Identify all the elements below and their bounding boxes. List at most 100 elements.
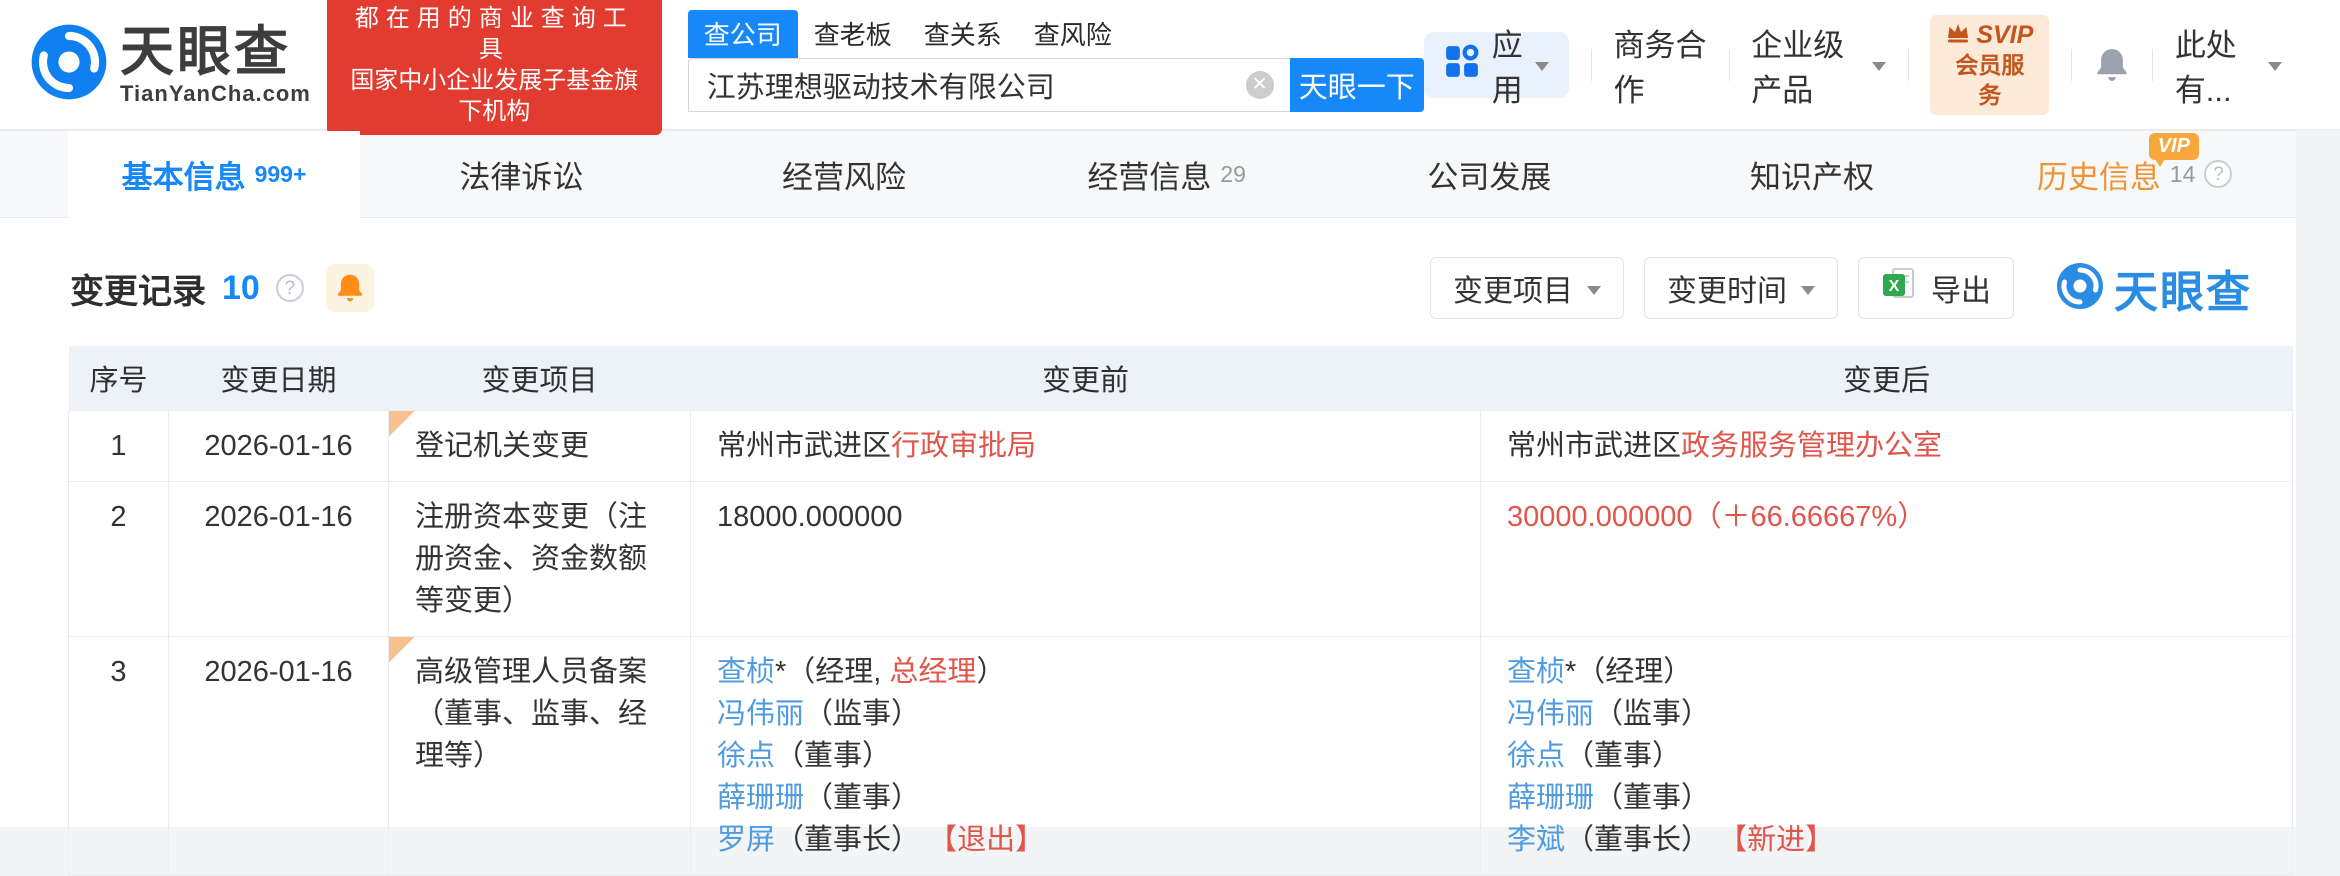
svip-sublabel: 会员服务 <box>1955 51 2025 108</box>
filter-item-label: 变更项目 <box>1453 275 1573 308</box>
value-line: 常州市武进区行政审批局 <box>717 425 1454 467</box>
value-line: 徐点（董事） <box>1507 735 2266 777</box>
text-segment: （董事） <box>1565 739 1682 772</box>
search-tab-risk[interactable]: 查风险 <box>1018 10 1128 58</box>
cell-before: 查桢*（经理, 总经理） 冯伟丽（监事） 徐点（董事） 薛珊珊（董事） 罗屏（董事长） … <box>690 635 1481 876</box>
value-line: 冯伟丽（监事） <box>1507 693 2266 735</box>
section-count: 10 <box>222 268 260 307</box>
enterprise-label: 企业级产品 <box>1751 27 1845 108</box>
nav-item-enterprise[interactable]: 企业级产品 <box>1751 20 1886 110</box>
page-tab-0[interactable]: 基本信息 999+ <box>68 131 360 218</box>
page-tab-3[interactable]: 经营信息 29 <box>1005 131 1328 217</box>
main-content: 变更记录 10 ? 变更项目 变更时间 X 导出 天眼查 序号 变更日期 变更项… <box>0 218 2296 876</box>
person-link[interactable]: 薛珊珊 <box>1507 782 1594 814</box>
cell-after: 查桢*（经理） 冯伟丽（监事） 徐点（董事） 薛珊珊（董事） 李斌（董事长） 【新进】 <box>1480 635 2293 876</box>
table-row: 3 2026-01-16 高级管理人员备案（董事、监事、经理等） 查桢*（经理, 总经… <box>68 635 2293 876</box>
search-area: 查公司 查老板 查关系 查风险 ✕ 天眼一下 <box>687 10 1424 112</box>
value-line: 查桢*（经理, 总经理） <box>717 651 1454 693</box>
value-line: 薛珊珊（董事） <box>717 777 1454 819</box>
value-line: 李斌（董事长） 【新进】 <box>1507 819 2266 861</box>
person-link[interactable]: 罗屏 <box>717 824 775 856</box>
watermark-text: 天眼查 <box>2114 268 2252 317</box>
cell-change-item: 注册资本变更（注册资金、资金数额等变更） <box>388 480 691 637</box>
filter-change-item-button[interactable]: 变更项目 <box>1430 257 1624 319</box>
export-label: 导出 <box>1931 275 1991 308</box>
tianyancha-eye-icon <box>30 23 108 106</box>
apps-button[interactable]: 应用 <box>1423 28 1569 108</box>
section-header: 变更记录 10 ? 变更项目 变更时间 X 导出 天眼查 <box>0 218 2296 320</box>
tab-label: 公司发展 <box>1427 159 1552 195</box>
change-item-text: 注册资本变更（注册资金、资金数额等变更） <box>415 500 648 617</box>
user-menu[interactable]: 此处有... <box>2175 20 2282 110</box>
subscribe-bell-button[interactable] <box>325 264 374 312</box>
divider <box>2071 48 2073 81</box>
change-item-text: 高级管理人员备案（董事、监事、经理等） <box>415 655 648 772</box>
cell-change-item: 登记机关变更 <box>388 409 691 482</box>
corner-marker-icon <box>389 636 415 663</box>
change-item-text: 登记机关变更 <box>415 429 590 462</box>
value-line: 薛珊珊（董事） <box>1507 777 2266 819</box>
slogan-line1: 都在用的商业查询工具 <box>354 4 634 63</box>
page-tab-1[interactable]: 法律诉讼 <box>360 131 683 217</box>
apps-label: 应用 <box>1491 27 1523 108</box>
person-link[interactable]: 冯伟丽 <box>1507 698 1594 730</box>
value-line: 18000.000000 <box>717 496 1454 538</box>
text-segment: （董事） <box>1594 781 1711 814</box>
filter-change-time-button[interactable]: 变更时间 <box>1644 257 1838 319</box>
svip-button[interactable]: SVIP 会员服务 <box>1930 14 2050 115</box>
text-segment: （董事长） <box>1565 823 1719 856</box>
chevron-down-icon <box>1801 285 1815 295</box>
tab-label: 经营风险 <box>782 159 906 195</box>
header-nav: 应用 商务合作 企业级产品 SVIP 会员服务 此处有... <box>1423 14 2340 115</box>
person-link[interactable]: 查桢 <box>717 656 775 688</box>
divider <box>2152 48 2153 81</box>
page-tab-4[interactable]: 公司发展 <box>1328 131 1651 217</box>
excel-icon: X <box>1881 266 1917 310</box>
top-header: 天眼查 TianYanCha.com 都在用的商业查询工具 国家中小企业发展子基… <box>0 0 2340 135</box>
divider <box>1907 48 1909 81</box>
text-segment: （监事） <box>804 697 921 730</box>
chevron-down-icon <box>1871 62 1886 71</box>
search-tab-company[interactable]: 查公司 <box>687 10 798 58</box>
text-segment: ） <box>976 655 1006 688</box>
clear-icon[interactable]: ✕ <box>1245 71 1274 99</box>
value-line: 常州市武进区政务服务管理办公室 <box>1507 425 2266 467</box>
text-segment: *（经理, <box>775 655 890 688</box>
text-segment: 【新进】 <box>1718 823 1835 856</box>
search-tab-boss[interactable]: 查老板 <box>798 10 908 58</box>
page-tabbar: 基本信息 999+ 法律诉讼 经营风险 经营信息 29 公司发展 知识产权 历史信息 14? VIP <box>0 130 2296 218</box>
search-input[interactable] <box>687 58 1290 112</box>
svg-text:X: X <box>1889 278 1900 295</box>
value-line: 查桢*（经理） <box>1507 651 2266 693</box>
page-tab-5[interactable]: 知识产权 <box>1651 131 1974 217</box>
search-tab-relation[interactable]: 查关系 <box>908 10 1018 58</box>
notification-bell-icon[interactable] <box>2094 46 2130 84</box>
cell-before: 18000.000000 <box>690 480 1481 637</box>
person-link[interactable]: 查桢 <box>1507 656 1565 688</box>
logo-domain: TianYanCha.com <box>120 80 311 106</box>
text-segment: （监事） <box>1594 697 1711 730</box>
help-icon[interactable]: ? <box>2204 160 2233 188</box>
search-button[interactable]: 天眼一下 <box>1289 58 1424 112</box>
vip-badge: VIP <box>2148 133 2199 167</box>
logo-text: 天眼查 <box>120 21 291 82</box>
user-label: 此处有... <box>2174 27 2237 108</box>
table-row: 2 2026-01-16 注册资本变更（注册资金、资金数额等变更） 18000.000… <box>68 480 2293 637</box>
svip-label: SVIP <box>1976 20 2034 49</box>
grid-icon <box>1444 43 1480 87</box>
person-link[interactable]: 徐点 <box>717 740 775 772</box>
person-link[interactable]: 冯伟丽 <box>717 698 804 730</box>
page-tab-2[interactable]: 经营风险 <box>683 131 1006 217</box>
person-link[interactable]: 薛珊珊 <box>717 782 804 814</box>
tianyancha-logo[interactable]: 天眼查 TianYanCha.com <box>30 23 311 106</box>
help-icon[interactable]: ? <box>275 274 304 302</box>
tab-count: 999+ <box>254 161 307 187</box>
page-tab-6[interactable]: 历史信息 14? VIP <box>1973 131 2296 217</box>
person-link[interactable]: 李斌 <box>1507 824 1565 856</box>
nav-item-business[interactable]: 商务合作 <box>1614 20 1707 110</box>
divider <box>1728 48 1730 81</box>
table-header-cell: 变更日期 <box>168 346 389 410</box>
cell-index: 3 <box>68 635 169 876</box>
person-link[interactable]: 徐点 <box>1507 740 1565 772</box>
export-button[interactable]: X 导出 <box>1858 257 2014 319</box>
